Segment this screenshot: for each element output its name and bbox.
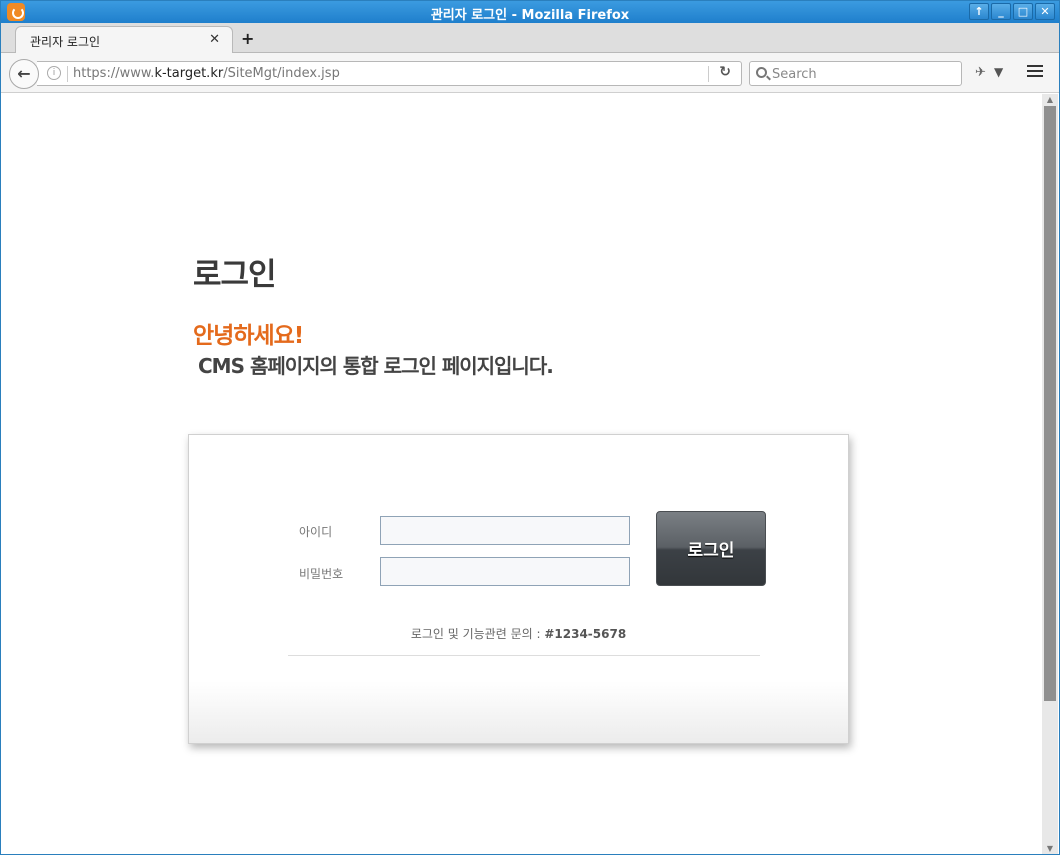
chevron-down-icon[interactable]: ▼ bbox=[994, 65, 1003, 79]
info-icon[interactable]: i bbox=[47, 66, 61, 80]
minimize-button[interactable]: _ bbox=[991, 3, 1011, 20]
id-label: 아이디 bbox=[299, 525, 333, 539]
search-bar[interactable] bbox=[749, 61, 962, 86]
divider bbox=[288, 655, 760, 656]
search-input[interactable] bbox=[772, 65, 957, 83]
window-title: 관리자 로그인 - Mozilla Firefox bbox=[430, 8, 630, 23]
url-separator bbox=[67, 66, 68, 82]
contact-phone: #1234-5678 bbox=[544, 627, 627, 641]
maximize-button[interactable]: □ bbox=[1013, 3, 1033, 20]
page-title: 로그인 bbox=[193, 257, 277, 293]
password-label: 비밀번호 bbox=[299, 567, 344, 581]
search-icon bbox=[756, 67, 767, 78]
title-bar: 관리자 로그인 - Mozilla Firefox ↑ _ □ ✕ bbox=[1, 1, 1059, 23]
url-path: /SiteMgt/index.jsp bbox=[223, 66, 340, 81]
url-bar[interactable]: i https://www.k-target.kr/SiteMgt/index.… bbox=[37, 61, 742, 86]
new-tab-button[interactable]: + bbox=[241, 29, 254, 48]
url-host: k-target.kr bbox=[154, 66, 224, 81]
tab-admin-login[interactable]: 관리자 로그인 ✕ bbox=[15, 26, 233, 53]
tab-bar: 관리자 로그인 ✕ + bbox=[1, 23, 1059, 53]
contact-label: 로그인 및 기능관련 문의 : bbox=[410, 627, 545, 641]
hamburger-menu-icon[interactable] bbox=[1027, 65, 1043, 79]
greeting-text: 안녕하세요! bbox=[193, 323, 304, 349]
close-window-button[interactable]: ✕ bbox=[1035, 3, 1055, 20]
subtitle-text: CMS 홈페이지의 통합 로그인 페이지입니다. bbox=[198, 354, 554, 378]
window-controls: ↑ _ □ ✕ bbox=[969, 3, 1055, 20]
page-content: 로그인 안녕하세요! CMS 홈페이지의 통합 로그인 페이지입니다. 아이디 … bbox=[2, 94, 1042, 854]
reload-separator bbox=[708, 66, 709, 82]
browser-window: 관리자 로그인 - Mozilla Firefox ↑ _ □ ✕ 관리자 로그… bbox=[0, 0, 1060, 855]
keep-above-button[interactable]: ↑ bbox=[969, 3, 989, 20]
addon-icon[interactable]: ✈ bbox=[975, 65, 986, 80]
back-arrow-icon[interactable]: ← bbox=[9, 59, 39, 89]
id-input[interactable] bbox=[380, 516, 630, 545]
login-box: 아이디 비밀번호 로그인 로그인 및 기능관련 문의 : #1234-5678 bbox=[188, 434, 849, 744]
login-button[interactable]: 로그인 bbox=[656, 511, 766, 586]
reload-icon[interactable]: ↻ bbox=[719, 64, 731, 80]
password-input[interactable] bbox=[380, 557, 630, 586]
navigation-bar: i https://www.k-target.kr/SiteMgt/index.… bbox=[1, 53, 1059, 93]
close-tab-icon[interactable]: ✕ bbox=[209, 32, 220, 47]
vertical-scrollbar[interactable]: ▲ ▼ bbox=[1042, 94, 1058, 854]
contact-info: 로그인 및 기능관련 문의 : #1234-5678 bbox=[189, 625, 848, 642]
tab-label: 관리자 로그인 bbox=[30, 35, 101, 49]
url-text[interactable]: https://www.k-target.kr/SiteMgt/index.js… bbox=[73, 66, 340, 81]
url-prefix: https://www. bbox=[73, 66, 155, 81]
scrollbar-thumb[interactable] bbox=[1044, 106, 1056, 701]
scroll-up-icon[interactable]: ▲ bbox=[1042, 94, 1058, 106]
scroll-down-icon[interactable]: ▼ bbox=[1042, 843, 1058, 854]
